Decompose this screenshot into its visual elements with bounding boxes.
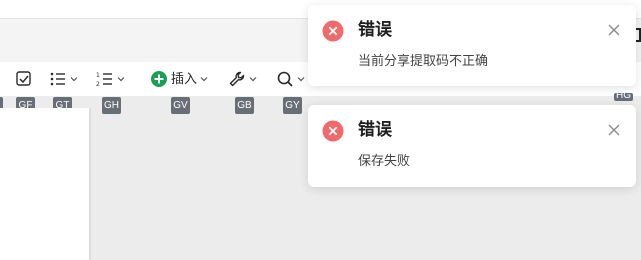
wrench-icon [229,71,245,87]
search-icon [277,71,293,87]
close-icon[interactable] [608,124,620,136]
key-hint-badge: HG [614,93,633,101]
chevron-down-icon [117,77,125,82]
document-page[interactable] [0,108,91,260]
error-toast: 错误 当前分享提取码不正确 [308,5,636,86]
toast-title: 错误 [358,120,392,139]
insert-label: 插入 [171,71,198,86]
chevron-down-icon [249,77,257,82]
insert-button[interactable]: 插入 [150,69,208,89]
error-circle-icon [322,20,344,42]
toast-message: 保存失败 [358,153,411,168]
svg-text:2: 2 [96,81,100,88]
plus-circle-icon [151,71,167,87]
checkbox-icon [16,71,31,86]
bullet-list-icon [50,72,65,86]
error-circle-icon [322,120,344,142]
numbered-list-button[interactable]: 1 2 [96,69,125,89]
error-toast: 错误 保存失败 [308,105,636,187]
close-icon[interactable] [608,24,620,36]
chevron-down-icon [200,77,208,82]
bullet-list-button[interactable] [49,69,78,89]
numbered-list-icon: 1 2 [96,72,112,88]
tools-button[interactable] [228,69,257,89]
key-hint-badge: GH [102,97,121,114]
svg-text:1: 1 [96,72,100,79]
toast-message: 当前分享提取码不正确 [358,53,489,68]
chevron-down-icon [70,77,78,82]
key-hint-badge: GV [171,97,190,114]
search-button[interactable] [276,69,305,89]
chevron-down-icon [297,77,305,82]
key-hint-badge: GB [235,97,254,114]
key-hint-badge: GY [283,97,302,114]
toast-title: 错误 [358,20,392,39]
checkbox-button[interactable] [15,69,33,89]
